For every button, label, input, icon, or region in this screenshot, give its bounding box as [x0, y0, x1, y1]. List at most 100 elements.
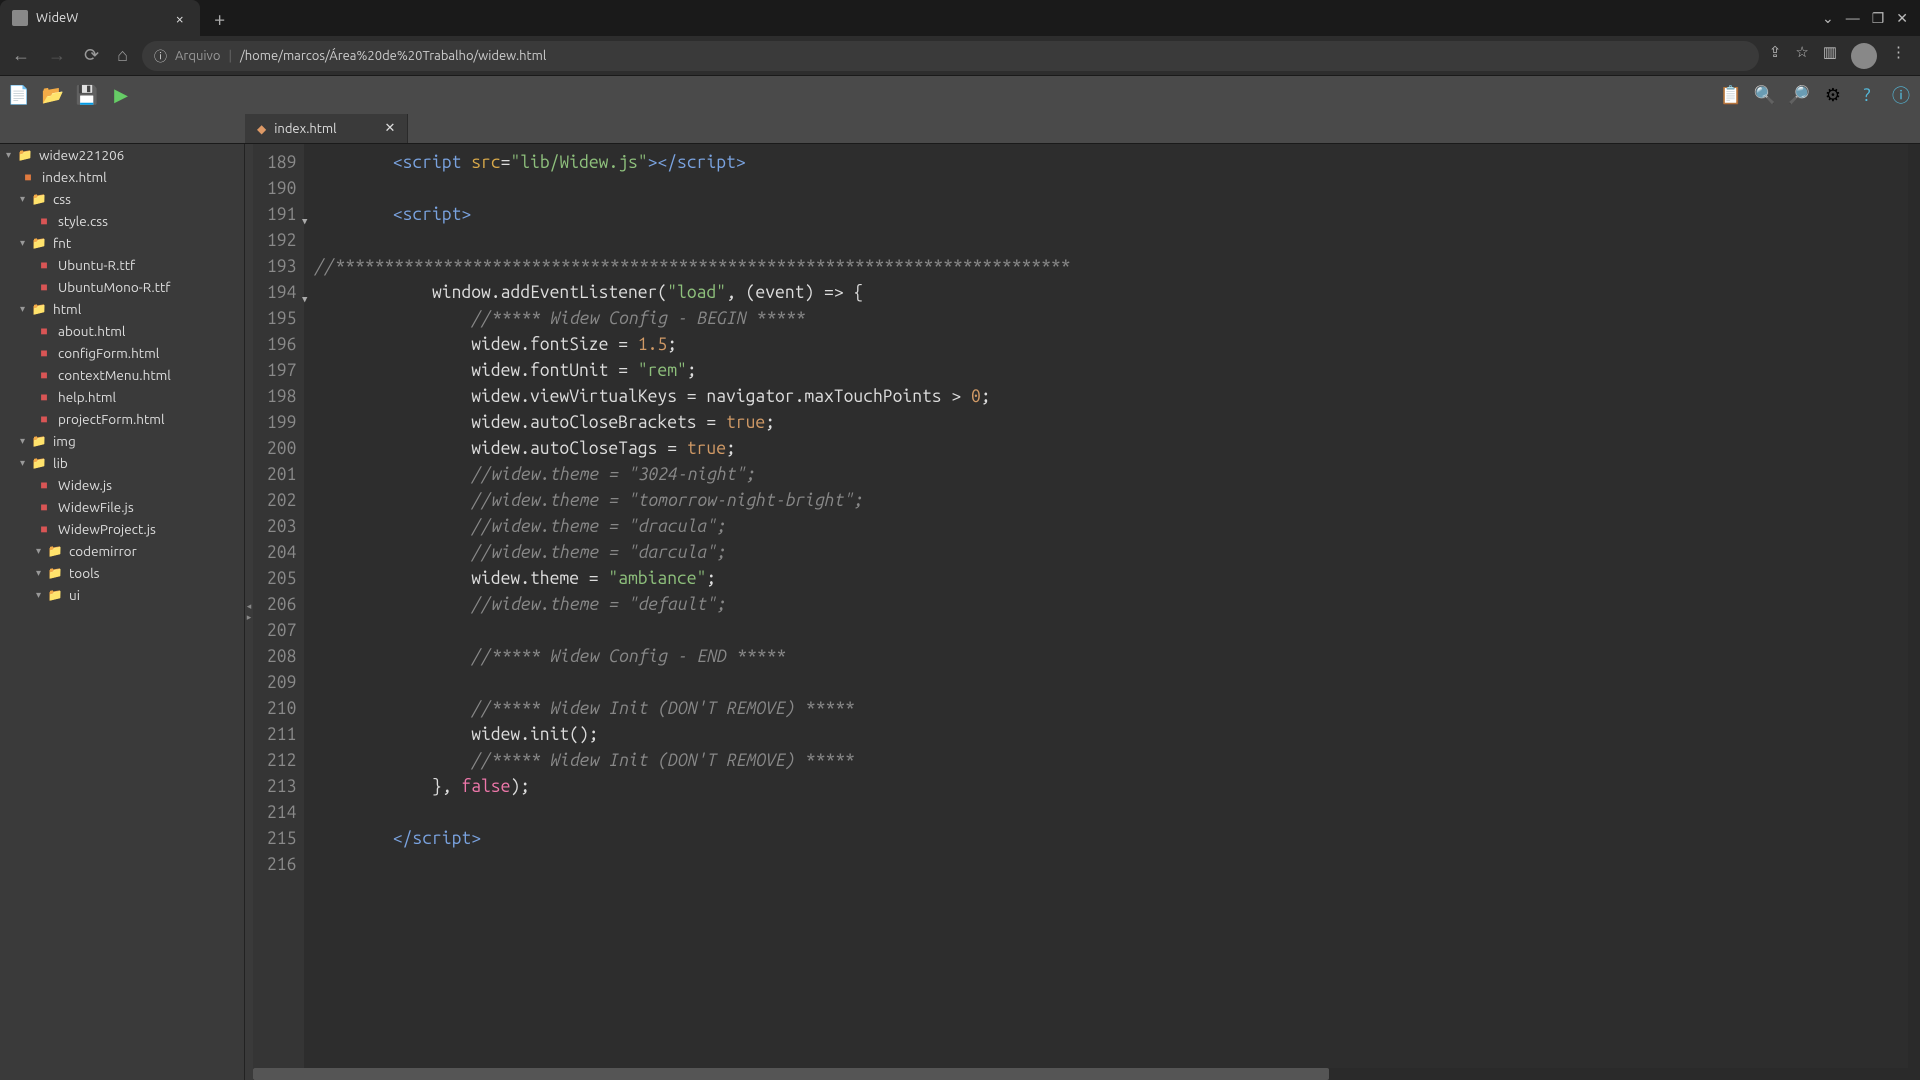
- horizontal-scrollbar[interactable]: [253, 1068, 1908, 1080]
- tab-title: WideW: [36, 11, 78, 25]
- tree-file[interactable]: ■WidewProject.js: [0, 518, 244, 540]
- browser-tab[interactable]: WideW ×: [0, 0, 200, 36]
- tree-folder[interactable]: ▾ 📁css: [0, 188, 244, 210]
- folder-icon: 📁: [31, 236, 47, 250]
- reload-icon[interactable]: ⟳: [80, 41, 103, 70]
- file-icon: ■: [36, 214, 52, 228]
- tree-folder[interactable]: ▾ 📁fnt: [0, 232, 244, 254]
- new-tab-button[interactable]: +: [200, 0, 239, 36]
- file-icon: ■: [20, 170, 36, 184]
- file-tabbar: ◆ index.html ✕: [0, 114, 1920, 144]
- settings-icon[interactable]: ⚙: [1822, 84, 1844, 106]
- file-icon: ⓘ: [154, 46, 167, 65]
- tree-file[interactable]: ■ style.css: [0, 210, 244, 232]
- file-tree[interactable]: ▾ 📁widew221206■index.html▾ 📁css■style.cs…: [0, 144, 245, 1080]
- bookmark-icon[interactable]: ☆: [1795, 43, 1808, 69]
- find-replace-icon[interactable]: 🔎: [1788, 84, 1810, 106]
- tree-folder[interactable]: ▾ 📁ui: [0, 584, 244, 606]
- folder-icon: 📁: [47, 588, 63, 602]
- tree-folder[interactable]: ▾ 📁widew221206: [0, 144, 244, 166]
- tree-item-label: widew221206: [39, 147, 124, 163]
- folder-icon: 📁: [31, 192, 47, 206]
- find-icon[interactable]: 🔍: [1754, 84, 1776, 106]
- file-icon: ■: [36, 478, 52, 492]
- tree-folder[interactable]: ▾ 📁lib: [0, 452, 244, 474]
- folder-icon: 📁: [17, 148, 33, 162]
- new-project-icon[interactable]: 📋: [1720, 84, 1742, 106]
- profile-avatar[interactable]: [1851, 43, 1877, 69]
- tree-item-label: Widew.js: [58, 477, 112, 493]
- tree-folder[interactable]: ▾ 📁codemirror: [0, 540, 244, 562]
- tree-file[interactable]: ■contextMenu.html: [0, 364, 244, 386]
- tree-item-label: css: [53, 191, 71, 207]
- line-gutter: 189190191▼192193194▼19519619719819920020…: [253, 144, 304, 1080]
- file-icon: ■: [36, 258, 52, 272]
- menu-icon[interactable]: ⋮: [1891, 43, 1906, 69]
- info-icon[interactable]: ⓘ: [1890, 84, 1912, 106]
- tree-file[interactable]: ■ Ubuntu-R.ttf: [0, 254, 244, 276]
- home-icon[interactable]: ⌂: [113, 41, 132, 70]
- tree-file[interactable]: ■ projectForm.html: [0, 408, 244, 430]
- tree-folder[interactable]: ▾ 📁tools: [0, 562, 244, 584]
- file-icon: ■: [36, 324, 52, 338]
- tree-item-label: configForm.html: [58, 345, 159, 361]
- chevron-down-icon[interactable]: ⌄: [1822, 10, 1834, 27]
- tree-item-label: WidewProject.js: [58, 521, 156, 537]
- browser-addressbar: ← → ⟳ ⌂ ⓘ Arquivo | /home/marcos/Área%20…: [0, 36, 1920, 76]
- tree-item-label: about.html: [58, 323, 125, 339]
- tree-file[interactable]: ■ Widew.js: [0, 474, 244, 496]
- tree-file[interactable]: ■ about.html: [0, 320, 244, 342]
- tree-item-label: projectForm.html: [58, 411, 165, 427]
- tree-item-label: help.html: [58, 389, 116, 405]
- open-folder-icon[interactable]: 📂: [42, 84, 64, 106]
- tree-item-label: index.html: [42, 169, 107, 185]
- tree-item-label: lib: [53, 455, 68, 471]
- minimize-icon[interactable]: —: [1846, 10, 1860, 27]
- folder-icon: 📁: [47, 544, 63, 558]
- new-file-icon[interactable]: 📄: [8, 84, 30, 106]
- code-area[interactable]: <script src="lib/Widew.js"></script> <sc…: [304, 144, 1908, 1080]
- tree-item-label: contextMenu.html: [58, 367, 171, 383]
- file-tab-close-icon[interactable]: ✕: [385, 121, 396, 136]
- share-icon[interactable]: ⇪: [1769, 43, 1782, 69]
- tree-item-label: Ubuntu-R.ttf: [58, 257, 135, 273]
- tree-item-label: UbuntuMono-R.ttf: [58, 279, 170, 295]
- folder-icon: 📁: [31, 456, 47, 470]
- tree-item-label: html: [53, 301, 81, 317]
- app-toolbar: 📄 📂 💾 ▶ 📋 🔍 🔎 ⚙ ? ⓘ: [0, 76, 1920, 114]
- panel-splitter[interactable]: ◂▸: [245, 144, 253, 1080]
- forward-icon[interactable]: →: [44, 41, 70, 70]
- tree-item-label: img: [53, 433, 76, 449]
- help-icon[interactable]: ?: [1856, 84, 1878, 106]
- run-icon[interactable]: ▶: [110, 84, 132, 106]
- code-editor[interactable]: 189190191▼192193194▼19519619719819920020…: [253, 144, 1920, 1080]
- tree-file[interactable]: ■UbuntuMono-R.ttf: [0, 276, 244, 298]
- tree-item-label: fnt: [53, 235, 71, 251]
- folder-icon: 📁: [31, 434, 47, 448]
- tree-folder[interactable]: ▾ 📁img: [0, 430, 244, 452]
- tree-item-label: WidewFile.js: [58, 499, 134, 515]
- html-file-icon: ◆: [257, 122, 266, 136]
- sidepanel-icon[interactable]: ▥: [1823, 43, 1837, 69]
- tab-close-icon[interactable]: ×: [172, 10, 188, 27]
- close-icon[interactable]: ✕: [1896, 10, 1908, 27]
- tree-file[interactable]: ■ help.html: [0, 386, 244, 408]
- url-path: /home/marcos/Área%20de%20Trabalho/widew.…: [240, 49, 546, 63]
- vertical-scrollbar[interactable]: [1908, 144, 1920, 1080]
- file-icon: ■: [36, 390, 52, 404]
- tree-file[interactable]: ■ index.html: [0, 166, 244, 188]
- tree-item-label: style.css: [58, 213, 108, 229]
- back-icon[interactable]: ←: [8, 41, 34, 70]
- folder-icon: 📁: [31, 302, 47, 316]
- file-icon: ■: [36, 412, 52, 426]
- tab-favicon: [12, 10, 28, 26]
- tree-file[interactable]: ■configForm.html: [0, 342, 244, 364]
- save-icon[interactable]: 💾: [76, 84, 98, 106]
- file-icon: ■: [36, 500, 52, 514]
- maximize-icon[interactable]: ❐: [1872, 10, 1885, 27]
- file-tab[interactable]: ◆ index.html ✕: [245, 114, 408, 143]
- tree-folder[interactable]: ▾ 📁html: [0, 298, 244, 320]
- url-input[interactable]: ⓘ Arquivo | /home/marcos/Área%20de%20Tra…: [142, 41, 1759, 71]
- tree-file[interactable]: ■ WidewFile.js: [0, 496, 244, 518]
- file-tab-label: index.html: [274, 122, 336, 136]
